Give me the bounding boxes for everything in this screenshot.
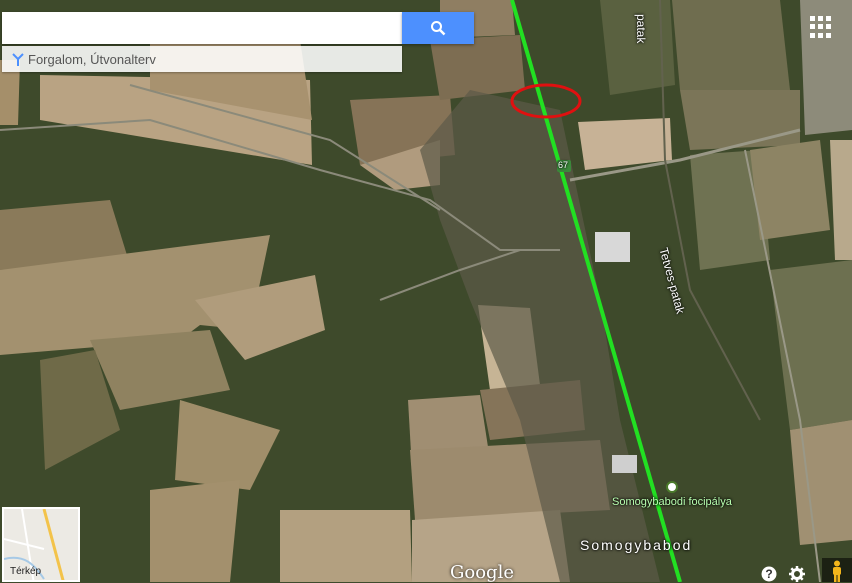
stream-label-top: patak (634, 14, 648, 44)
search-input[interactable] (2, 12, 402, 44)
gear-icon[interactable] (788, 566, 806, 582)
directions-label[interactable]: Forgalom, Útvonalterv (28, 52, 156, 67)
field (680, 90, 800, 150)
town-label: Somogybabod (580, 537, 693, 553)
search-box (2, 12, 402, 44)
directions-icon (12, 52, 24, 66)
pegman-icon[interactable] (822, 558, 852, 582)
search-button[interactable] (402, 12, 474, 44)
poi-label-focipalya[interactable]: Somogybabodi focipálya (612, 496, 732, 508)
directions-bar[interactable]: Forgalom, Útvonalterv (2, 46, 402, 72)
svg-text:?: ? (765, 567, 772, 581)
building (612, 455, 637, 473)
poi-marker[interactable] (666, 481, 678, 493)
road-number: 67 (558, 160, 569, 170)
google-logo: Google (450, 562, 514, 583)
field (280, 510, 412, 582)
minimap-label: Térkép (10, 566, 42, 577)
apps-grid-icon[interactable] (810, 16, 832, 38)
field (750, 140, 830, 240)
satellite-map[interactable] (0, 0, 852, 582)
field (790, 420, 852, 545)
field (430, 35, 525, 100)
field (150, 480, 240, 582)
warehouse (595, 232, 630, 262)
map-type-switcher[interactable]: Térkép (2, 507, 80, 582)
help-icon[interactable]: ? (760, 566, 778, 582)
field (672, 0, 790, 90)
search-icon (430, 20, 446, 36)
